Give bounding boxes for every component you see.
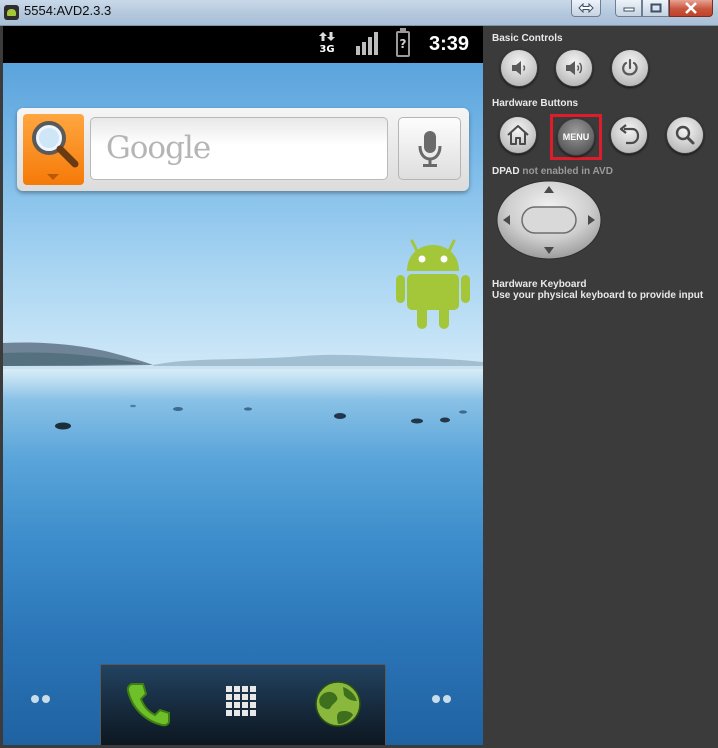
back-button[interactable] xyxy=(610,116,648,154)
back-icon xyxy=(619,124,640,145)
status-clock: 3:39 xyxy=(429,33,470,55)
app-launcher-icon xyxy=(226,686,256,716)
maximize-icon xyxy=(650,3,661,13)
source-dropdown-arrow-icon xyxy=(47,174,59,180)
search-placeholder: Google xyxy=(106,130,211,166)
window-title-bar[interactable]: 5554:AVD2.3.3 xyxy=(0,0,718,26)
minimize-button[interactable] xyxy=(615,0,642,17)
dpad-status: not enabled in AVD xyxy=(522,166,613,177)
window-title: 5554:AVD2.3.3 xyxy=(24,3,112,18)
volume-down-icon xyxy=(512,61,526,75)
volume-up-icon xyxy=(566,61,583,75)
microphone-icon xyxy=(418,131,442,167)
status-bar: 3G ? 3:39 xyxy=(3,26,483,63)
phone-button[interactable] xyxy=(123,679,173,729)
app-launcher-button[interactable] xyxy=(219,679,269,729)
browser-button[interactable] xyxy=(313,679,363,729)
power-button[interactable] xyxy=(611,49,649,87)
data-arrows-icon xyxy=(319,32,335,41)
battery-unknown-label: ? xyxy=(399,37,407,51)
keyboard-title: Hardware Keyboard xyxy=(492,279,587,290)
battery-icon: ? xyxy=(396,28,410,57)
wallpaper-hills xyxy=(3,342,483,369)
phone-icon xyxy=(126,683,170,727)
emulator-control-panel: Basic Controls Hardware Buttons MENU DPA… xyxy=(483,26,718,745)
home-dock xyxy=(100,664,386,745)
power-icon xyxy=(622,58,638,76)
volume-down-button[interactable] xyxy=(500,49,538,87)
home-icon xyxy=(507,125,529,145)
dpad-control[interactable] xyxy=(496,180,602,260)
android-robot-widget[interactable] xyxy=(395,237,475,333)
keyboard-hint: Use your physical keyboard to provide in… xyxy=(492,290,704,301)
home-button[interactable] xyxy=(499,116,537,154)
network-type-label: 3G xyxy=(319,44,335,55)
resize-toggle-button[interactable] xyxy=(571,0,601,17)
search-button[interactable] xyxy=(666,116,704,154)
search-icon xyxy=(675,125,695,145)
resize-arrows-icon xyxy=(578,3,594,13)
google-search-field[interactable]: Google xyxy=(90,117,388,180)
hardware-buttons-label: Hardware Buttons xyxy=(492,98,579,109)
volume-up-button[interactable] xyxy=(555,49,593,87)
voice-search-button[interactable] xyxy=(398,117,461,180)
maximize-button[interactable] xyxy=(642,0,669,17)
hardware-keyboard-info: Hardware Keyboard Use your physical keyb… xyxy=(492,279,703,301)
basic-controls-label: Basic Controls xyxy=(492,33,563,44)
wallpaper-rocks xyxy=(55,404,467,430)
signal-strength-icon xyxy=(356,32,378,55)
google-search-widget: Google xyxy=(17,108,469,191)
previous-page-indicator[interactable] xyxy=(31,694,53,704)
menu-button[interactable]: MENU xyxy=(557,118,595,156)
search-source-button[interactable] xyxy=(23,114,84,185)
dpad-label: DPAD not enabled in AVD xyxy=(492,166,613,177)
magnifier-icon xyxy=(32,121,79,168)
minimize-icon xyxy=(623,7,634,12)
close-icon xyxy=(685,2,697,14)
dpad-title: DPAD xyxy=(492,166,520,177)
android-app-icon xyxy=(4,5,19,20)
close-button[interactable] xyxy=(669,0,713,17)
menu-button-highlight: MENU xyxy=(550,114,602,160)
data-activity-indicator: 3G xyxy=(319,32,335,55)
browser-globe-icon xyxy=(315,681,361,727)
device-screen[interactable]: 3G ? 3:39 Google xyxy=(3,26,483,745)
menu-button-label: MENU xyxy=(562,132,590,142)
next-page-indicator[interactable] xyxy=(432,694,454,704)
